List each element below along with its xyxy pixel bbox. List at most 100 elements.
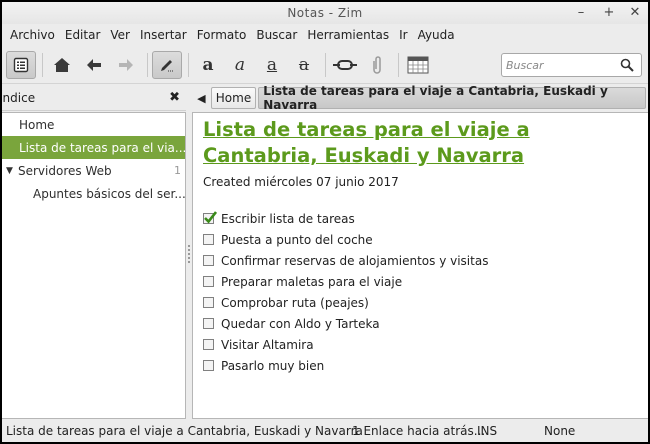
search-icon[interactable] (618, 56, 636, 74)
edit-pencil-icon (161, 59, 174, 71)
checkbox[interactable] (203, 234, 214, 245)
calendar-button[interactable] (403, 51, 433, 79)
task-label[interactable]: Comprobar ruta (peajes) (221, 296, 369, 310)
tree-item-home[interactable]: Home (2, 113, 185, 136)
index-header: Índice ✖ (2, 85, 186, 111)
menu-ayuda[interactable]: Ayuda (413, 28, 460, 42)
insert-link-button[interactable] (330, 51, 360, 79)
forward-button[interactable] (111, 51, 141, 79)
menu-herramientas[interactable]: Herramientas (302, 28, 394, 42)
checkbox[interactable] (203, 297, 214, 308)
title-bar[interactable]: Notas - Zim – + ✕ (2, 2, 648, 24)
italic-button[interactable]: a (225, 51, 255, 79)
menu-formato[interactable]: Formato (192, 28, 252, 42)
checkbox[interactable] (203, 276, 214, 287)
toolbar-separator (188, 52, 189, 77)
tree-item-label: Apuntes básicos del ser... (33, 186, 186, 201)
menu-buscar[interactable]: Buscar (251, 28, 302, 42)
task-list: Escribir lista de tareas Puesta a punto … (203, 208, 648, 376)
attach-file-button[interactable] (362, 51, 392, 79)
index-title: Índice (2, 90, 36, 105)
checkbox[interactable] (203, 360, 214, 371)
page-title[interactable]: Lista de tareas para el viaje a Cantabri… (203, 117, 623, 169)
app-window: Notas - Zim – + ✕ Archivo Editar Ver Ins… (2, 2, 648, 442)
tree-item-servidores-web[interactable]: ▼ Servidores Web 1 (2, 159, 185, 182)
tree-item-label: Servidores Web (18, 163, 112, 178)
task-item: Comprobar ruta (peajes) (203, 292, 648, 313)
tree-item-apuntes[interactable]: Apuntes básicos del ser... (2, 182, 186, 205)
status-page: Lista de tareas para el viaje a Cantabri… (6, 424, 363, 438)
search-box[interactable] (501, 53, 642, 77)
home-icon (54, 57, 70, 72)
pathbar: ◀ Home Lista de tareas para el viaje a C… (192, 84, 648, 112)
back-arrow-icon (87, 58, 101, 71)
task-item: Visitar Altamira (203, 334, 648, 355)
back-button[interactable] (79, 51, 109, 79)
underline-button[interactable]: a (257, 51, 287, 79)
task-label[interactable]: Puesta a punto del coche (221, 233, 373, 247)
strikethrough-button[interactable]: a (289, 51, 319, 79)
toolbar-separator (325, 52, 326, 77)
task-label[interactable]: Pasarlo muy bien (221, 359, 324, 373)
menubar: Archivo Editar Ver Insertar Formato Busc… (2, 24, 648, 46)
task-item: Quedar con Aldo y Tarteka (203, 313, 648, 334)
tree-item-count: 1 (174, 164, 181, 177)
tree-item-label: Home (19, 117, 55, 132)
underline-icon: a (266, 54, 278, 75)
status-style[interactable]: None (544, 424, 575, 438)
forward-arrow-icon (119, 58, 133, 71)
task-label[interactable]: Confirmar reservas de alojamientos y vis… (221, 254, 488, 268)
link-icon (333, 59, 357, 70)
strikethrough-icon: a (298, 54, 310, 75)
created-date[interactable]: Created miércoles 07 junio 2017 (203, 175, 648, 189)
task-item: Pasarlo muy bien (203, 355, 648, 376)
pathbar-item-current[interactable]: Lista de tareas para el viaje a Cantabri… (258, 84, 646, 112)
checkbox[interactable] (203, 255, 214, 266)
home-button[interactable] (47, 51, 77, 79)
menu-editar[interactable]: Editar (60, 28, 106, 42)
calendar-icon (407, 56, 429, 73)
pathbar-back-icon[interactable]: ◀ (192, 92, 211, 105)
task-label[interactable]: Preparar maletas para el viaje (221, 275, 402, 289)
task-label[interactable]: Escribir lista de tareas (221, 212, 355, 226)
index-pane: Índice ✖ Home Lista de tareas para el vi… (2, 85, 186, 419)
checkbox-checked[interactable] (203, 211, 217, 224)
attach-icon (373, 55, 381, 74)
checkbox[interactable] (203, 318, 214, 329)
toolbar-separator (398, 52, 399, 77)
maximize-icon[interactable]: + (600, 4, 618, 22)
close-index-icon[interactable]: ✖ (169, 90, 180, 105)
search-input[interactable] (502, 58, 618, 72)
pathbar-item-home[interactable]: Home (210, 87, 257, 109)
index-icon (13, 57, 29, 72)
task-label[interactable]: Quedar con Aldo y Tarteka (221, 317, 380, 331)
splitter-grip (188, 245, 190, 263)
toolbar: a a a a (2, 46, 648, 84)
page-editor[interactable]: Lista de tareas para el viaje a Cantabri… (192, 112, 648, 419)
task-item: Puesta a punto del coche (203, 229, 648, 250)
expander-triangle-icon[interactable]: ▼ (6, 166, 18, 176)
menu-ir[interactable]: Ir (394, 28, 412, 42)
task-item: Escribir lista de tareas (203, 208, 648, 229)
tree-item-label: Lista de tareas para el via... (19, 140, 187, 155)
bold-button[interactable]: a (193, 51, 223, 79)
task-label[interactable]: Visitar Altamira (221, 338, 314, 352)
close-icon[interactable]: ✕ (626, 4, 644, 22)
menu-ver[interactable]: Ver (105, 28, 135, 42)
toggle-index-button[interactable] (6, 50, 36, 79)
edit-mode-button[interactable] (152, 50, 182, 79)
italic-icon: a (234, 54, 246, 75)
status-bar: Lista de tareas para el viaje a Cantabri… (2, 420, 648, 442)
task-item: Preparar maletas para el viaje (203, 271, 648, 292)
index-tree: Home Lista de tareas para el via... ▼ Se… (2, 112, 186, 419)
window-title: Notas - Zim (287, 6, 363, 20)
main-area: Índice ✖ Home Lista de tareas para el vi… (2, 84, 648, 419)
status-insert-mode: INS (477, 424, 498, 438)
minimize-icon[interactable]: – (572, 4, 590, 22)
toolbar-separator (147, 52, 148, 77)
tree-item-lista-tareas[interactable]: Lista de tareas para el via... (2, 136, 187, 159)
status-backlinks[interactable]: 1 Enlace hacia atrás... (352, 424, 485, 438)
checkbox[interactable] (203, 339, 214, 350)
menu-archivo[interactable]: Archivo (5, 28, 60, 42)
menu-insertar[interactable]: Insertar (135, 28, 192, 42)
